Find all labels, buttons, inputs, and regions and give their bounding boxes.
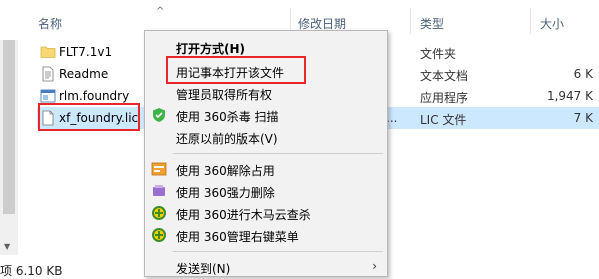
360-trojan-scan-icon	[151, 205, 167, 221]
file-type: 文件夹	[420, 47, 457, 61]
file-size: 6 K	[573, 67, 593, 81]
folder-icon	[40, 44, 56, 60]
menu-item-label: 还原以前的版本(V)	[176, 132, 278, 146]
menu-separator	[173, 251, 383, 252]
column-size-header[interactable]: 大小	[540, 15, 564, 32]
highlight-box-file	[38, 103, 140, 131]
application-icon	[40, 88, 56, 104]
file-name: Readme	[59, 67, 109, 81]
file-name: FLT7.1v1	[59, 45, 113, 59]
360-antivirus-icon	[151, 107, 167, 123]
menu-item-label: 使用 360解除占用	[176, 164, 275, 178]
highlight-box-menu-item	[166, 56, 306, 84]
menu-item-label: 使用 360管理右键菜单	[176, 230, 299, 244]
360-delete-icon	[151, 183, 167, 199]
file-size: 7 K	[573, 111, 593, 125]
menu-item-take-ownership[interactable]: 管理员取得所有权	[145, 82, 387, 104]
chevron-right-icon: ›	[372, 259, 377, 273]
menu-item-label: 使用 360强力删除	[176, 186, 275, 200]
360-menu-manager-icon	[151, 227, 167, 243]
context-menu: 打开方式(H) 用记事本打开该文件 管理员取得所有权 使用 360杀毒 扫描 还…	[144, 30, 388, 277]
status-bar-text: 项 6.10 KB	[0, 264, 63, 278]
menu-item-open-with[interactable]: 打开方式(H)	[145, 36, 387, 58]
360-unlock-icon	[151, 161, 167, 177]
text-document-icon	[40, 66, 56, 82]
column-name-header[interactable]: 名称	[38, 15, 62, 32]
menu-item-label: 使用 360杀毒 扫描	[176, 110, 279, 124]
column-type-header[interactable]: 类型	[420, 15, 444, 32]
scroll-down-arrow-icon[interactable]: ▼	[4, 242, 10, 251]
column-divider[interactable]	[410, 8, 411, 34]
menu-item-label: 发送到(N)	[176, 262, 231, 276]
menu-item-360-scan[interactable]: 使用 360杀毒 扫描	[145, 104, 387, 126]
file-name: rlm.foundry	[59, 89, 130, 103]
menu-item-label: 使用 360进行木马云查杀	[176, 208, 311, 222]
column-divider[interactable]	[530, 8, 531, 34]
file-type: LIC 文件	[420, 113, 467, 127]
menu-item-restore-versions[interactable]: 还原以前的版本(V)	[145, 126, 387, 148]
sort-ascending-icon: ^	[156, 6, 165, 17]
menu-item-360-force-delete[interactable]: 使用 360强力删除	[145, 180, 387, 202]
menu-item-360-unlock[interactable]: 使用 360解除占用	[145, 158, 387, 180]
menu-item-label: 打开方式(H)	[176, 42, 246, 56]
file-size: 1,947 K	[546, 89, 593, 103]
menu-item-360-trojan-scan[interactable]: 使用 360进行木马云查杀	[145, 202, 387, 224]
menu-item-label: 管理员取得所有权	[176, 88, 273, 102]
file-type: 应用程序	[420, 91, 469, 105]
menu-item-360-menu-manager[interactable]: 使用 360管理右键菜单	[145, 224, 387, 246]
file-type: 文本文档	[420, 69, 469, 83]
menu-item-send-to[interactable]: 发送到(N) ›	[145, 256, 387, 278]
menu-separator	[173, 153, 383, 154]
